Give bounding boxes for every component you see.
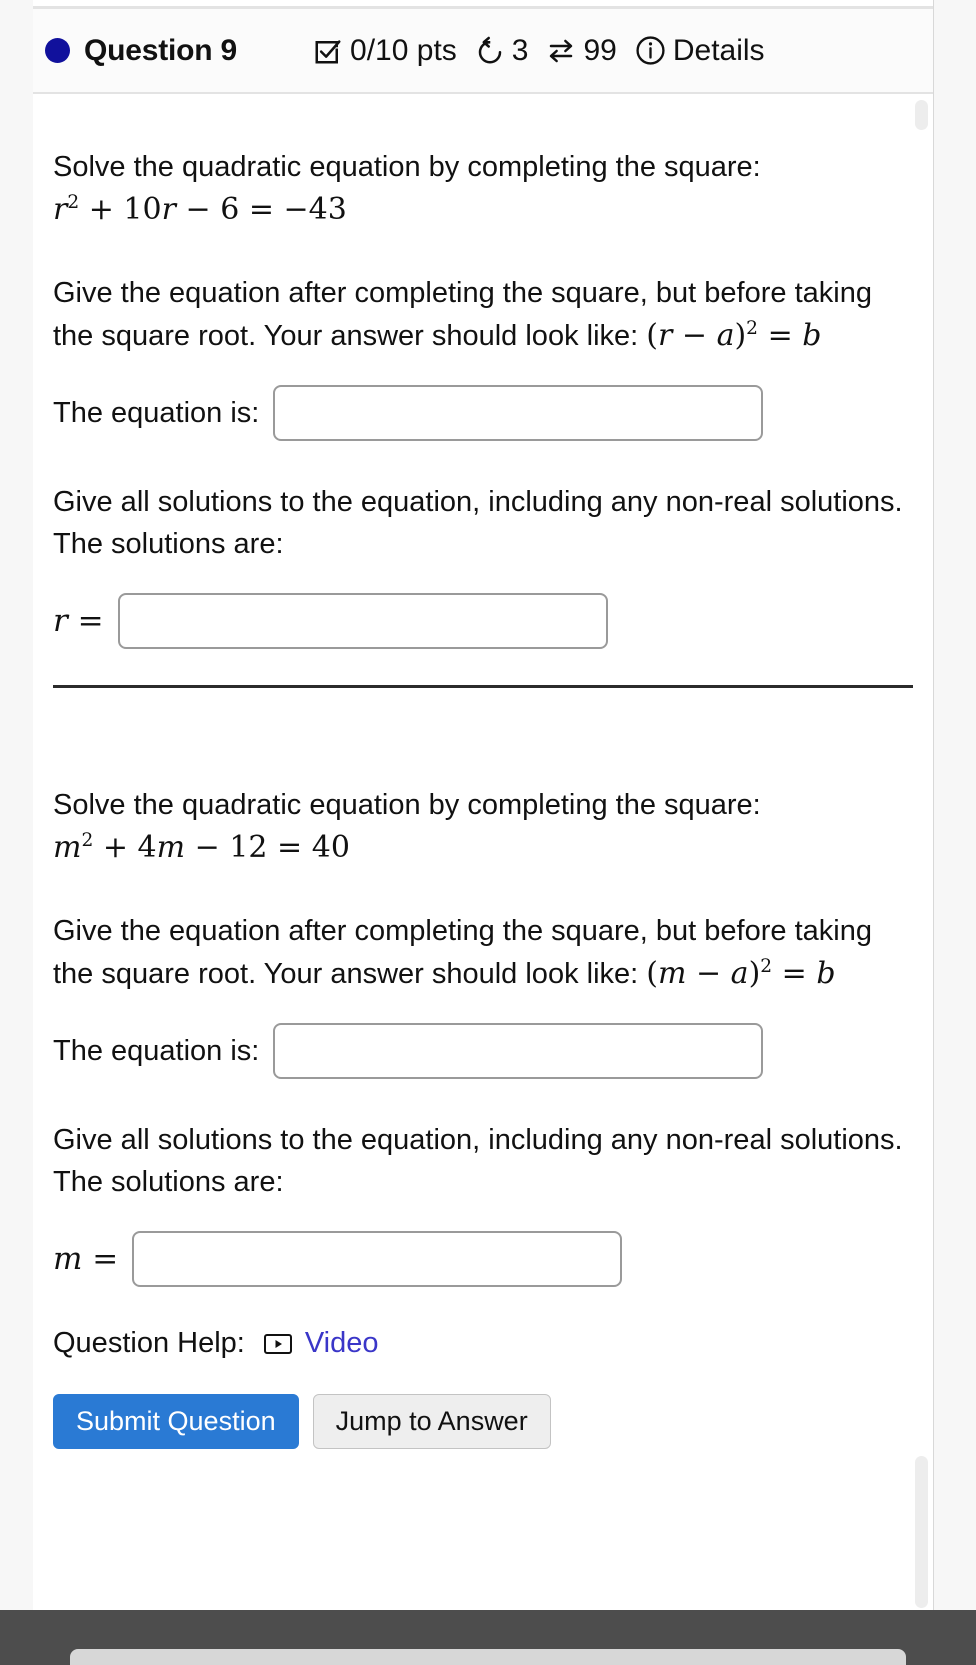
details-label: Details	[672, 33, 765, 67]
info-circle-icon	[635, 35, 666, 66]
part1-prompt-text: Solve the quadratic equation by completi…	[53, 151, 761, 183]
hint-open-paren: (	[646, 317, 658, 353]
eq2-op2: −	[194, 830, 220, 866]
part1-equation-row: The equation is:	[53, 385, 913, 442]
eq2-var1: m	[156, 830, 186, 866]
score-meta: 0/10 pts	[313, 33, 457, 67]
eq-var1: r	[161, 192, 176, 228]
part2-equation: m2 + 4m − 12 = 40	[53, 830, 350, 865]
undo-arrow-icon	[475, 36, 505, 66]
eq2-coef1: 4	[137, 830, 157, 866]
hint-equals: =	[767, 317, 793, 353]
part1-instructions-2: Give all solutions to the equation, incl…	[53, 486, 903, 561]
part2-equation-row: The equation is:	[53, 1023, 913, 1080]
eq-const: 6	[220, 192, 240, 228]
part1-equation-input[interactable]	[273, 385, 764, 442]
page-title: Question 9	[84, 33, 238, 67]
submit-question-button[interactable]: Submit Question	[53, 1394, 299, 1450]
hint2-equals: =	[781, 955, 807, 991]
score-value: 0/10 pts	[350, 33, 457, 67]
question-help-row: Question Help: Video	[53, 1327, 913, 1360]
exchange-value: 99	[583, 33, 617, 67]
hint2-b: b	[816, 955, 836, 991]
hint2-exponent: 2	[760, 955, 773, 977]
eq-exponent: 2	[67, 192, 80, 214]
part2-instructions-1: Give the equation after completing the s…	[53, 910, 913, 996]
hint2-close-paren: )	[748, 955, 761, 991]
action-buttons: Submit Question Jump to Answer	[53, 1394, 913, 1450]
part2-solutions-label: m =	[53, 1241, 119, 1278]
part1-form-hint: (r − a)2 = b	[646, 318, 821, 353]
question-meta: 0/10 pts 3 99 Details	[313, 35, 783, 66]
question-page: Question 9 0/10 pts 3 99 Details Solve t…	[0, 0, 976, 1665]
part2-instructions-2: Give all solutions to the equation, incl…	[53, 1124, 903, 1199]
part2-equation-input[interactable]	[273, 1023, 764, 1080]
hint-exponent: 2	[746, 317, 759, 339]
eq-op1: +	[88, 192, 114, 228]
question-header: Question 9 0/10 pts 3 99 Details	[33, 6, 933, 94]
eq2-var: m	[53, 830, 82, 866]
eq2-equals: =	[277, 830, 303, 866]
exchange-meta: 99	[546, 33, 617, 67]
eq-coef1: 10	[123, 192, 162, 228]
checkbox-checked-icon	[313, 36, 343, 66]
attempts-value: 3	[511, 33, 529, 67]
hint2-open-paren: (	[646, 955, 658, 991]
vertical-scrollbar-thumb[interactable]	[915, 1456, 928, 1608]
pane-right-edge	[933, 0, 934, 1610]
hint-minus: −	[681, 317, 708, 353]
eq-equals: =	[248, 192, 274, 228]
swap-arrows-icon	[546, 36, 576, 66]
hint2-a: a	[730, 955, 749, 991]
part2-form-hint: (m − a)2 = b	[646, 956, 835, 991]
hint-var: r	[657, 317, 673, 353]
video-play-icon	[263, 1332, 293, 1356]
details-link[interactable]: Details	[635, 35, 765, 66]
part1-solutions-label: r =	[53, 603, 104, 640]
video-help-label: Video	[304, 1327, 379, 1360]
part1-instructions-1: Give the equation after completing the s…	[53, 272, 913, 358]
question-body: Solve the quadratic equation by completi…	[33, 96, 933, 1610]
eq-var: r	[53, 192, 68, 228]
eq-rhs: −43	[283, 192, 347, 228]
eq-op2: −	[185, 192, 211, 228]
hint-a: a	[716, 317, 735, 353]
part2-prompt-text: Solve the quadratic equation by completi…	[53, 789, 761, 822]
vertical-scrollbar-track[interactable]	[913, 96, 930, 1610]
hint-close-paren: )	[734, 317, 747, 353]
part1-equation: r2 + 10r − 6 = −43	[53, 192, 347, 227]
part1-solutions-input[interactable]	[117, 593, 608, 650]
part2-solutions-input[interactable]	[132, 1231, 623, 1288]
part2-prompt: Solve the quadratic equation by completi…	[53, 784, 913, 870]
right-gutter	[934, 0, 976, 1610]
part1-solutions-row: r =	[53, 593, 913, 650]
status-dot-icon	[45, 38, 70, 63]
video-help-link[interactable]: Video	[263, 1327, 379, 1360]
part1-prompt: Solve the quadratic equation by completi…	[53, 146, 913, 232]
left-gutter	[0, 0, 33, 1665]
question-part-2: Solve the quadratic equation by completi…	[33, 688, 933, 1450]
jump-to-answer-button[interactable]: Jump to Answer	[312, 1394, 551, 1450]
part2-equation-label: The equation is:	[53, 1034, 260, 1067]
hint2-var: m	[657, 955, 687, 991]
vertical-scrollbar-thumb-upper[interactable]	[915, 100, 928, 130]
part1-equation-label: The equation is:	[53, 396, 260, 429]
eq2-exponent: 2	[81, 830, 94, 852]
part2-solutions-row: m =	[53, 1231, 913, 1288]
question-part-1: Solve the quadratic equation by completi…	[33, 96, 933, 650]
eq2-op1: +	[102, 830, 128, 866]
eq2-rhs: 40	[311, 830, 350, 866]
browser-chrome-bar	[0, 1610, 976, 1665]
eq2-const: 12	[229, 830, 268, 866]
hint2-minus: −	[695, 955, 722, 991]
question-help-label: Question Help:	[53, 1327, 245, 1360]
hint-b: b	[802, 317, 822, 353]
attempts-meta: 3	[475, 33, 529, 67]
browser-chrome-inner	[70, 1649, 906, 1665]
